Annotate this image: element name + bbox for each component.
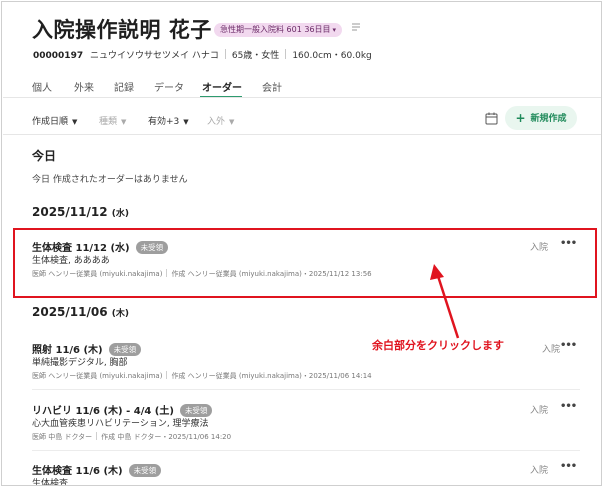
tab-orders[interactable]: オーダー [202,79,242,94]
annotation-text: 余白部分をクリックします [372,339,504,352]
filter-divider [3,134,601,135]
tab-outpatient[interactable]: 外来 [74,79,94,94]
annotation-arrow-icon [430,264,460,339]
order-desc: 生体検査 [32,479,69,486]
order-meta: 医師 中島 ドクター 作成 中島 ドクター・2025/11/06 14:20 [32,432,231,442]
tab-data[interactable]: データ [154,79,184,94]
caret-down-icon: ▼ [121,118,127,126]
inpatient-filter[interactable]: 入外 ▼ [207,114,234,127]
divider [224,49,226,59]
row-divider [32,389,580,390]
calendar-icon[interactable] [485,112,498,125]
tab-personal[interactable]: 個人 [32,79,52,94]
tab-billing[interactable]: 会計 [262,79,282,94]
more-options-icon[interactable]: ••• [560,461,577,472]
memo-icon[interactable] [351,22,361,32]
patient-body: 160.0cm・60.0kg [292,51,372,61]
tab-records[interactable]: 記録 [114,79,134,94]
date-heading-2-day: (木) [111,309,129,319]
caret-down-icon: ▼ [183,118,189,126]
validity-filter[interactable]: 有効+3 ▼ [148,114,189,127]
divider [285,49,287,59]
patient-age-sex: 65歳・女性 [231,51,280,61]
inpatient-filter-label: 入外 [207,117,226,127]
more-options-icon[interactable]: ••• [560,401,577,412]
date-heading-2: 2025/11/06 (木) [32,305,129,319]
today-empty-message: 今日 作成されたオーダーはありません [32,175,188,185]
order-created: 作成 中島 ドクター・2025/11/06 14:20 [101,433,232,441]
patient-info-line: 00000197 ニュウイソウサセツメイ ハナコ 65歳・女性 160.0cm・60… [33,48,372,61]
status-badge: 未受領 [128,464,162,477]
admission-badge[interactable]: 急性期一般入院料 601 36日目 ▾ [214,23,343,37]
date-heading-2-date: 2025/11/06 [32,305,108,319]
highlight-box [13,228,597,298]
sort-filter-label: 作成日順 [32,117,69,127]
divider [96,432,98,440]
row-divider [32,450,580,451]
new-order-label: 新規作成 [530,114,567,124]
order-created: 作成 ヘンリー従業員 (miyuki.nakajima)・2025/11/06 … [171,372,372,380]
order-meta: 医師 ヘンリー従業員 (miyuki.nakajima) 作成 ヘンリー従業員 (… [32,371,372,381]
validity-filter-label: 有効+3 [148,117,180,127]
new-order-button[interactable]: + 新規作成 [505,106,577,130]
date-heading-1-date: 2025/11/12 [32,205,108,219]
order-location: 入院 [542,345,561,355]
order-desc: 単純撮影デジタル, 胸部 [32,358,128,368]
app-window: 入院操作説明 花子 急性期一般入院料 601 36日目 ▾ 00000197 ニュ… [1,1,602,486]
order-location: 入院 [530,466,549,476]
caret-down-icon: ▼ [229,118,235,126]
type-filter[interactable]: 種類 ▼ [99,114,126,127]
admission-badge-label: 急性期一般入院料 601 36日目 [220,25,331,34]
chevron-down-icon: ▾ [332,26,337,34]
caret-down-icon: ▼ [72,118,78,126]
more-options-icon[interactable]: ••• [560,340,577,351]
today-heading: 今日 [32,149,57,163]
order-desc: 心大血管疾患リハビリテーション, 理学療法 [32,419,209,429]
order-doctor: 医師 中島 ドクター [32,433,93,441]
date-heading-1-day: (水) [111,209,129,219]
date-heading-1: 2025/11/12 (水) [32,205,129,219]
tab-divider [3,97,601,98]
divider [166,371,168,379]
order-location: 入院 [530,406,549,416]
patient-name: 入院操作説明 花子 [32,18,212,42]
type-filter-label: 種類 [99,117,118,127]
patient-id: 00000197 [33,51,84,61]
patient-kana: ニュウイソウサセツメイ ハナコ [89,51,219,61]
sort-filter[interactable]: 作成日順 ▼ [32,114,77,127]
plus-icon: + [515,111,526,125]
order-doctor: 医師 ヘンリー従業員 (miyuki.nakajima) [32,372,163,380]
